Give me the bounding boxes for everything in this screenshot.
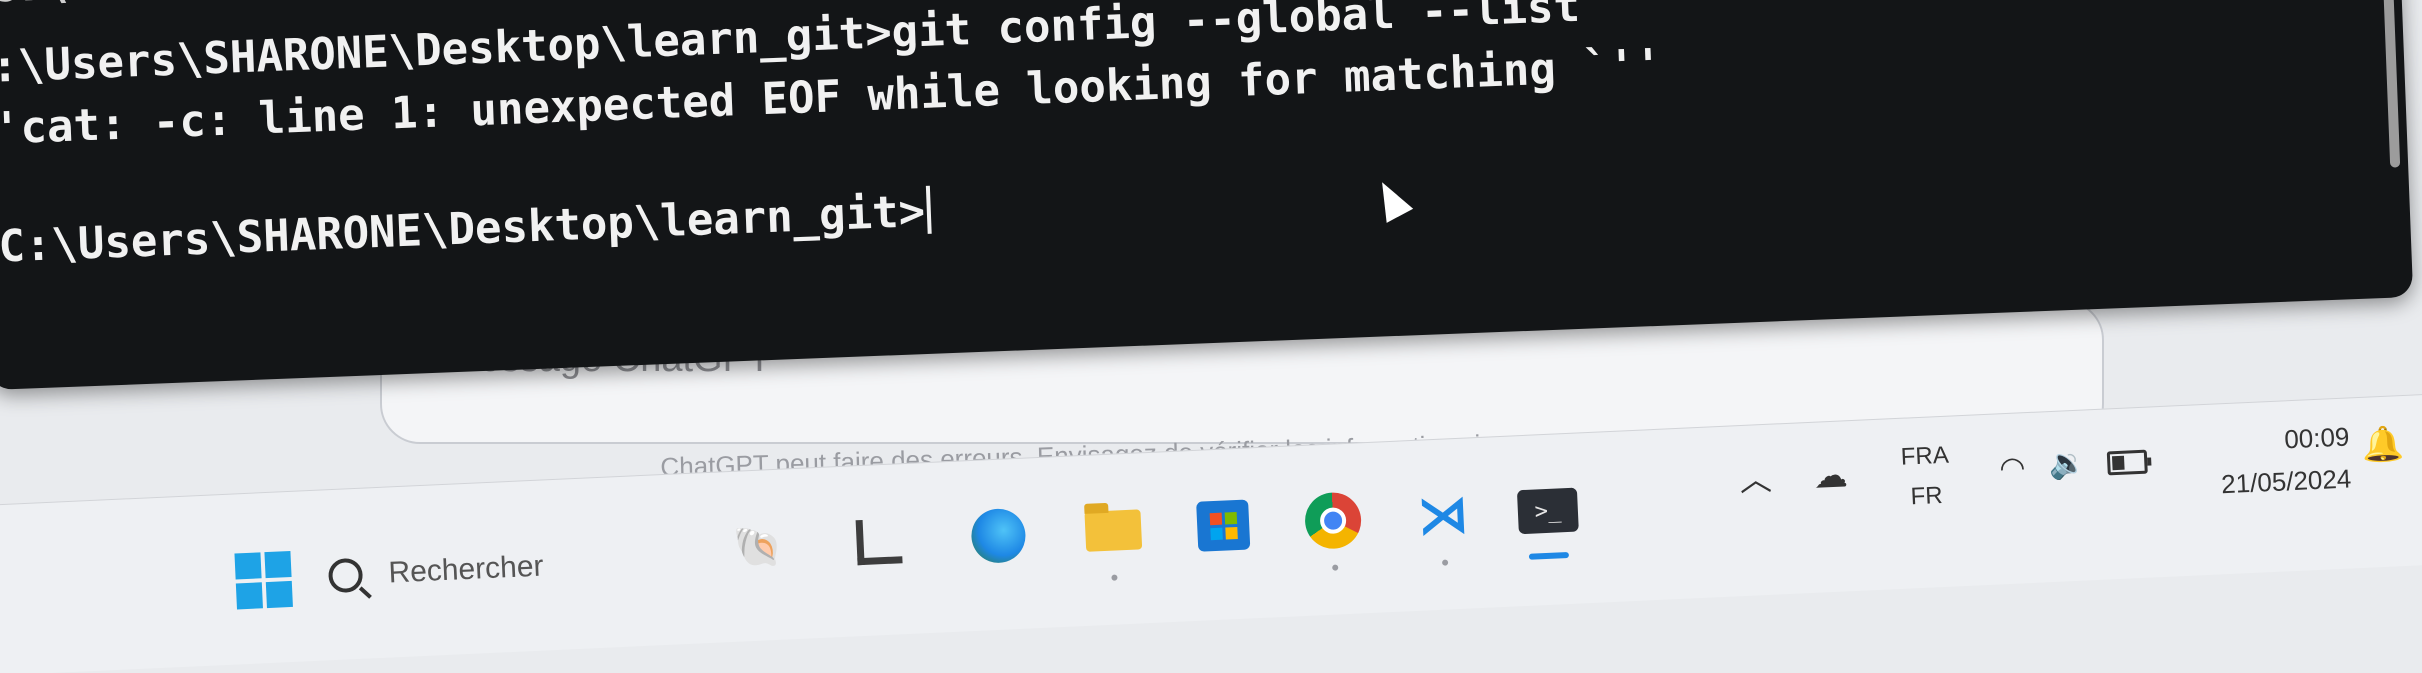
wifi-icon[interactable]: ◠ xyxy=(1990,447,2036,489)
start-button[interactable] xyxy=(232,550,295,611)
input-language-indicator[interactable]: FRA FR xyxy=(1884,430,1968,524)
running-dot xyxy=(1332,564,1339,571)
terminal-line: C:\Users\SHARONE xyxy=(0,0,413,13)
search-icon xyxy=(327,557,364,594)
taskbar-app-store[interactable] xyxy=(1186,488,1261,563)
battery-icon[interactable] xyxy=(2104,442,2150,484)
weather-widget-icon: 🐚 xyxy=(731,524,784,571)
chrome-icon xyxy=(1303,491,1363,550)
taskbar-app-edge[interactable] xyxy=(961,498,1036,573)
keyboard-layout: FR xyxy=(1910,481,1944,511)
widgets-button[interactable]: 🐚 xyxy=(721,515,794,578)
language-code: FRA xyxy=(1900,441,1950,471)
terminal-icon: >_ xyxy=(1516,487,1579,535)
windows-logo-icon xyxy=(234,550,293,610)
taskbar-search[interactable]: Rechercher xyxy=(327,537,629,603)
taskbar-app-chrome[interactable] xyxy=(1296,483,1371,558)
clock-date: 21/05/2024 xyxy=(2220,463,2352,500)
active-app-indicator xyxy=(1528,551,1570,560)
notification-bell-icon[interactable]: 🔔 xyxy=(2361,422,2405,468)
terminal-prompt-line[interactable]: C:\Users\SHARONE\Desktop\learn_git> xyxy=(0,185,932,273)
desktop-screen: Message ChatGPT ChatGPT peut faire des e… xyxy=(0,0,2422,673)
show-hidden-icons-chevron-up-icon[interactable]: ︿ xyxy=(1735,457,1777,499)
vscode-icon: ⋊ xyxy=(1415,484,1471,547)
store-icon xyxy=(1196,499,1251,552)
taskbar-app-explorer-lite[interactable] xyxy=(841,504,916,579)
text-cursor xyxy=(926,185,932,234)
clock[interactable]: 00:09 21/05/2024 xyxy=(2178,412,2352,510)
taskbar-app-file-explorer[interactable] xyxy=(1076,493,1151,568)
folder-icon xyxy=(1084,509,1143,552)
taskbar-app-terminal[interactable]: >_ xyxy=(1510,473,1585,548)
app-l-icon xyxy=(855,517,903,565)
volume-icon[interactable]: 🔉 xyxy=(2044,442,2090,484)
running-dot xyxy=(1111,574,1118,581)
edge-icon xyxy=(970,507,1027,565)
terminal-prompt: C:\Users\SHARONE\Desktop\learn_git> xyxy=(0,185,926,273)
running-dot xyxy=(1441,559,1449,566)
search-placeholder: Rechercher xyxy=(387,549,545,590)
onedrive-offline-cloud-icon[interactable]: ☁ xyxy=(1805,455,1857,497)
taskbar-app-vscode[interactable]: ⋊ xyxy=(1405,478,1480,553)
clock-time: 00:09 xyxy=(2283,421,2351,455)
terminal-scrollbar[interactable] xyxy=(2381,0,2401,168)
